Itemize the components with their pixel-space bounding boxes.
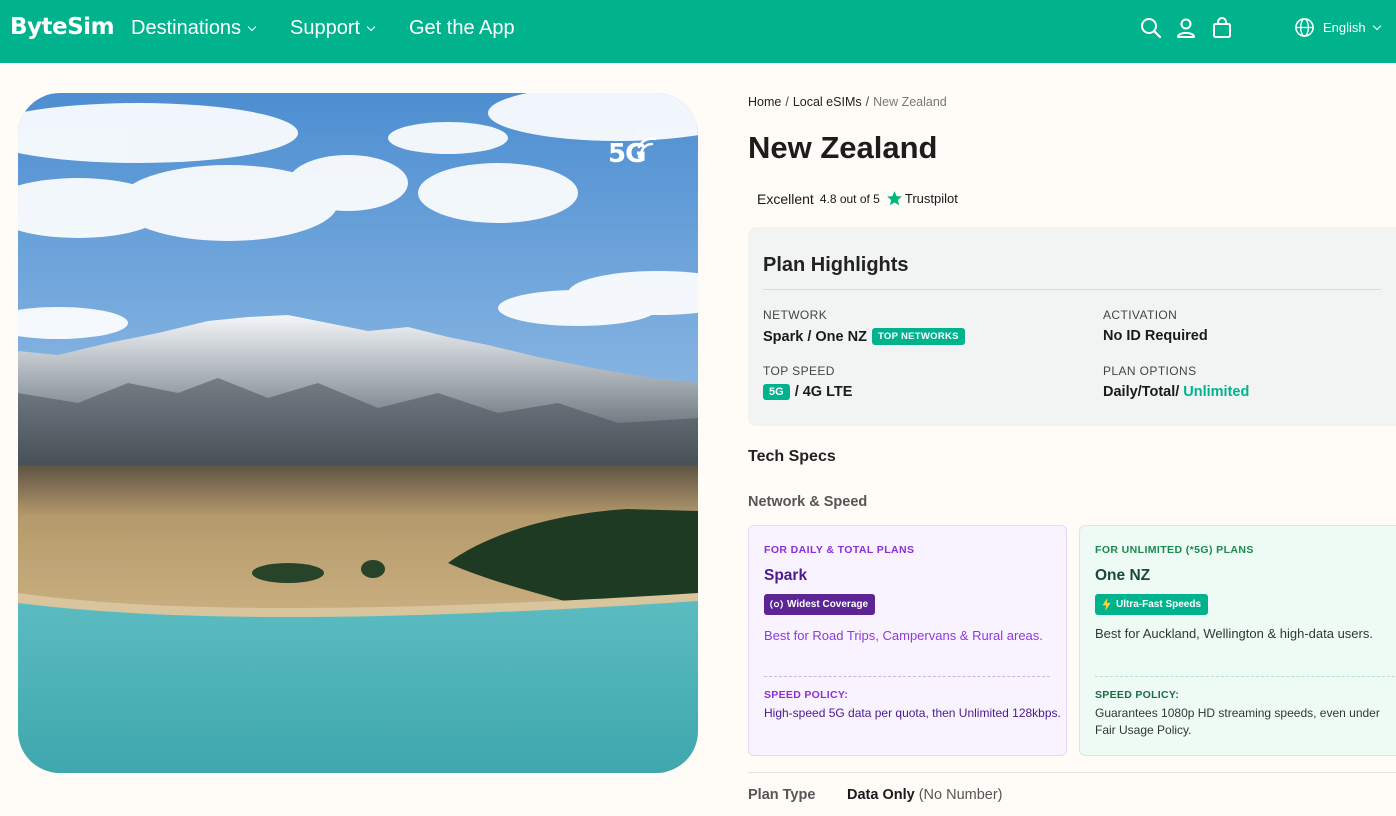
card-caption: FOR DAILY & TOTAL PLANS — [764, 544, 915, 556]
nav-get-the-app-label: Get the App — [409, 17, 515, 39]
speed-policy-label: SPEED POLICY: — [1095, 689, 1180, 701]
tag-label: Widest Coverage — [787, 599, 869, 610]
top-speed-value: 5G / 4G LTE — [763, 384, 852, 400]
breadcrumb-current: New Zealand — [873, 95, 947, 109]
network-value-text: Spark / One NZ — [763, 328, 867, 345]
speed-policy-text: High-speed 5G data per quota, then Unlim… — [764, 706, 1061, 720]
language-label: English — [1323, 20, 1366, 35]
card-network-name: Spark — [764, 567, 808, 584]
rating-label: Excellent — [757, 190, 814, 207]
language-selector[interactable]: English — [1294, 17, 1381, 38]
hero-image: 5G — [18, 93, 698, 773]
activation-label: ACTIVATION — [1103, 308, 1178, 322]
satellite-icon — [770, 600, 783, 609]
new-zealand-landscape-illustration — [18, 93, 698, 773]
nav-get-the-app[interactable]: Get the App — [409, 17, 515, 40]
globe-icon — [1295, 18, 1314, 37]
signal-icon — [637, 137, 657, 159]
network-value: Spark / One NZ TOP NETWORKS — [763, 328, 965, 345]
plan-type-note: (No Number) — [918, 787, 1003, 803]
nav-support-label: Support — [290, 17, 361, 39]
top-speed-label: TOP SPEED — [763, 364, 835, 378]
tag-label: Ultra-Fast Speeds — [1116, 599, 1202, 610]
trustpilot-rating[interactable]: Excellent 4.8 out of 5 Trustpilot — [757, 190, 958, 207]
search-icon[interactable] — [1140, 17, 1162, 39]
nav-destinations-label: Destinations — [131, 17, 242, 39]
top-speed-text: / 4G LTE — [794, 384, 853, 400]
card-network-name: One NZ — [1095, 567, 1151, 584]
lightning-icon — [1102, 598, 1111, 611]
plan-options-text: Daily/Total/ — [1103, 384, 1180, 400]
star-icon — [886, 191, 902, 206]
activation-value: No ID Required — [1103, 328, 1208, 344]
bytesim-logo[interactable]: ByteSim — [10, 14, 115, 40]
bag-icon[interactable] — [1211, 17, 1233, 39]
card-description: Best for Auckland, Wellington & high-dat… — [1095, 626, 1373, 641]
plan-type-text: Data Only — [847, 787, 915, 803]
plan-options-value: Daily/Total/ Unlimited — [1103, 384, 1249, 400]
plan-highlights-title: Plan Highlights — [763, 254, 909, 276]
speed-policy-text: Guarantees 1080p HD streaming speeds, ev… — [1095, 706, 1380, 737]
chevron-down-icon — [1372, 21, 1381, 30]
speed-policy-label: SPEED POLICY: — [764, 689, 849, 701]
tech-specs-heading: Tech Specs — [748, 448, 836, 465]
section-divider — [748, 772, 1396, 773]
nav-destinations[interactable]: Destinations — [131, 17, 257, 40]
ultra-fast-speeds-tag: Ultra-Fast Speeds — [1095, 594, 1209, 615]
dashed-divider — [1095, 676, 1395, 677]
widest-coverage-tag: Widest Coverage — [764, 594, 876, 615]
network-label: NETWORK — [763, 308, 828, 322]
top-networks-badge: TOP NETWORKS — [871, 328, 965, 345]
plan-type-value: Data Only (No Number) — [847, 787, 1003, 803]
breadcrumb-home[interactable]: Home — [748, 95, 781, 109]
one-nz-network-card: FOR UNLIMITED (*5G) PLANS One NZ Ultra-F… — [1079, 525, 1396, 756]
breadcrumb: Home / Local eSIMs / New Zealand — [748, 95, 947, 109]
divider — [763, 289, 1381, 290]
card-description: Best for Road Trips, Campervans & Rural … — [764, 628, 1043, 643]
nav-support[interactable]: Support — [290, 17, 376, 40]
network-speed-subheading: Network & Speed — [748, 494, 868, 510]
dashed-divider — [764, 676, 1050, 677]
chevron-down-icon — [247, 22, 257, 31]
plan-options-label: PLAN OPTIONS — [1103, 364, 1197, 378]
plan-type-label: Plan Type — [748, 787, 816, 803]
rating-score: 4.8 out of 5 — [819, 191, 880, 206]
plan-highlights-panel: Plan Highlights NETWORK Spark / One NZ T… — [748, 227, 1396, 426]
trustpilot-logo: Trustpilot — [886, 190, 958, 207]
user-icon[interactable] — [1175, 17, 1197, 39]
breadcrumb-local-esims[interactable]: Local eSIMs — [793, 95, 862, 109]
top-navbar: ByteSim Destinations Support Get the App… — [0, 0, 1396, 63]
spark-network-card: FOR DAILY & TOTAL PLANS Spark Widest Cov… — [748, 525, 1067, 756]
5g-pill: 5G — [763, 384, 790, 400]
plan-options-unlimited: Unlimited — [1183, 384, 1250, 400]
card-caption: FOR UNLIMITED (*5G) PLANS — [1095, 544, 1254, 556]
chevron-down-icon — [366, 22, 376, 31]
trustpilot-label: Trustpilot — [904, 191, 958, 206]
page-title: New Zealand — [748, 130, 938, 165]
